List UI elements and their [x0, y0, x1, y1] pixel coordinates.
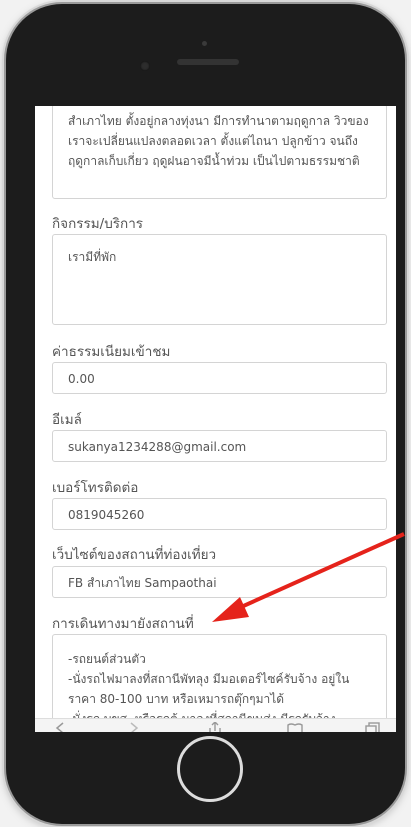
tabs-icon[interactable] — [365, 722, 381, 732]
phone-screen: สำเภาไทย ตั้งอยู่กลางทุ่งนา มีการทำนาตาม… — [35, 106, 396, 732]
front-camera — [140, 61, 150, 71]
share-icon[interactable] — [207, 722, 223, 732]
directions-text: -รถยนต์ส่วนตัว -นั่งรถไฟมาลงที่สถานีพัทล… — [68, 652, 350, 726]
website-label: เว็บไซต์ของสถานที่ท่องเที่ยว — [52, 547, 217, 563]
description-textarea[interactable]: สำเภาไทย ตั้งอยู่กลางทุ่งนา มีการทำนาตาม… — [52, 106, 387, 199]
directions-label: การเดินทางมายังสถานที่ — [52, 616, 194, 632]
email-text: sukanya1234288@gmail.com — [68, 440, 247, 454]
activities-label: กิจกรรม/บริการ — [52, 216, 144, 232]
front-sensor — [202, 41, 207, 46]
email-label: อีเมล์ — [52, 412, 82, 428]
home-button[interactable] — [177, 736, 243, 802]
fee-text: 0.00 — [68, 372, 95, 386]
back-icon[interactable] — [53, 722, 69, 732]
bookmarks-icon[interactable] — [287, 722, 303, 732]
website-input[interactable]: FB สำเภาไทย Sampaothai — [52, 566, 387, 598]
website-text: FB สำเภาไทย Sampaothai — [68, 576, 217, 590]
activities-text: เรามีที่พัก — [68, 250, 117, 264]
activities-textarea[interactable]: เรามีที่พัก — [52, 234, 387, 325]
browser-toolbar — [35, 718, 396, 732]
fee-label: ค่าธรรมเนียมเข้าชม — [52, 344, 171, 360]
phone-frame: สำเภาไทย ตั้งอยู่กลางทุ่งนา มีการทำนาตาม… — [6, 4, 405, 824]
forward-icon[interactable] — [125, 722, 141, 732]
phone-label: เบอร์โทรติดต่อ — [52, 480, 139, 496]
phone-input[interactable]: 0819045260 — [52, 498, 387, 530]
description-text: สำเภาไทย ตั้งอยู่กลางทุ่งนา มีการทำนาตาม… — [68, 114, 369, 168]
earpiece-speaker — [177, 59, 239, 65]
email-input[interactable]: sukanya1234288@gmail.com — [52, 430, 387, 462]
phone-text: 0819045260 — [68, 508, 145, 522]
fee-input[interactable]: 0.00 — [52, 362, 387, 394]
